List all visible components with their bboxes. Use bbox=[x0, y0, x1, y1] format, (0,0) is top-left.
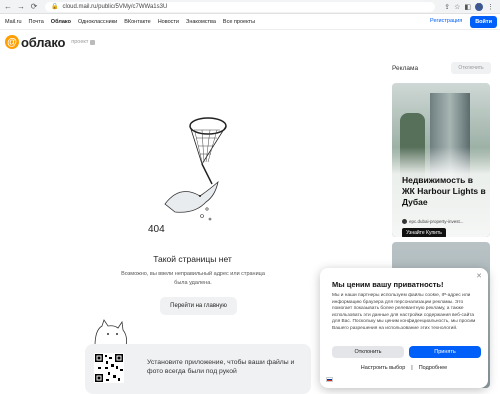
extensions-icon[interactable]: ◧ bbox=[464, 3, 471, 11]
address-bar[interactable]: 🔒 cloud.mail.ru/public/5VMy/c7WWa1s3U bbox=[45, 1, 435, 12]
ad-buy-button[interactable]: Узнайте Купить bbox=[402, 228, 446, 237]
avatar[interactable]: K bbox=[475, 2, 483, 11]
privacy-links: Настроить выбор | Подробнее bbox=[360, 365, 448, 371]
error-code: 404 bbox=[148, 224, 165, 235]
ad-title: Недвижимость в ЖК Harbour Lights в Дубае bbox=[402, 175, 486, 207]
portal-link-all[interactable]: Все проекты bbox=[223, 19, 255, 25]
privacy-dialog: ✕ Мы ценим вашу приватность! Мы и наши п… bbox=[320, 268, 488, 388]
logo-text: облако bbox=[21, 34, 66, 50]
reload-icon[interactable]: ⟳ bbox=[29, 2, 39, 12]
portal-link-vk[interactable]: ВКонтакте bbox=[124, 19, 150, 25]
info-icon[interactable] bbox=[90, 39, 96, 45]
settings-link[interactable]: Настроить выбор bbox=[361, 365, 406, 371]
portal-bar: Mail.ru Почта Облако Одноклассники ВКонт… bbox=[0, 14, 500, 30]
register-button[interactable]: Регистрация bbox=[426, 15, 467, 28]
project-label: проект bbox=[71, 39, 96, 45]
browser-toolbar: ← → ⟳ 🔒 cloud.mail.ru/public/5VMy/c7WWa1… bbox=[0, 0, 500, 14]
star-icon[interactable]: ☆ bbox=[454, 3, 460, 11]
ad-label: Реклама bbox=[392, 65, 419, 72]
forward-icon[interactable]: → bbox=[16, 2, 26, 12]
menu-icon[interactable]: ⋮ bbox=[487, 3, 494, 11]
back-icon[interactable]: ← bbox=[3, 2, 13, 12]
cloud-logo[interactable]: @ облако bbox=[5, 35, 65, 50]
project-label-text: проект bbox=[71, 39, 89, 45]
portal-link-dating[interactable]: Знакомства bbox=[186, 19, 216, 25]
accept-button[interactable]: Принять bbox=[409, 346, 481, 358]
app-header: @ облако проект bbox=[0, 30, 500, 54]
portal-link-mailru[interactable]: Mail.ru bbox=[5, 19, 22, 25]
promo-text: Установите приложение, чтобы ваши файлы … bbox=[147, 359, 295, 375]
go-home-button[interactable]: Перейти на главную bbox=[160, 297, 237, 315]
reject-button[interactable]: Отклонить bbox=[332, 346, 404, 358]
ad-disable-button[interactable]: Отключить bbox=[451, 62, 491, 74]
more-link[interactable]: Подробнее bbox=[419, 365, 448, 371]
portal-link-ok[interactable]: Одноклассники bbox=[78, 19, 117, 25]
qr-code[interactable] bbox=[94, 353, 124, 383]
ad-source: epc.dubai-property-invest... bbox=[402, 219, 464, 224]
lock-icon: 🔒 bbox=[51, 4, 59, 10]
error-title: Такой страницы нет bbox=[153, 254, 232, 264]
url-text: cloud.mail.ru/public/5VMy/c7WWa1s3U bbox=[62, 3, 168, 10]
portal-link-mail[interactable]: Почта bbox=[29, 19, 44, 25]
language-flag-icon[interactable] bbox=[326, 377, 333, 382]
source-icon bbox=[402, 219, 407, 224]
ad-card[interactable]: Недвижимость в ЖК Harbour Lights в Дубае… bbox=[392, 83, 490, 237]
net-fish-illustration: 404 bbox=[148, 117, 227, 235]
login-button[interactable]: Войти bbox=[470, 15, 497, 28]
close-icon[interactable]: ✕ bbox=[476, 272, 482, 280]
privacy-title: Мы ценим вашу приватность! bbox=[332, 280, 444, 289]
portal-link-cloud[interactable]: Облако bbox=[51, 19, 71, 25]
at-logo-icon: @ bbox=[5, 35, 19, 49]
share-icon[interactable]: ⇪ bbox=[444, 3, 450, 11]
ad-source-text: epc.dubai-property-invest... bbox=[409, 219, 464, 224]
app-promo: Установите приложение, чтобы ваши файлы … bbox=[85, 319, 311, 394]
portal-link-news[interactable]: Новости bbox=[158, 19, 179, 25]
error-description: Возможно, вы ввели неправильный адрес ил… bbox=[121, 271, 265, 286]
